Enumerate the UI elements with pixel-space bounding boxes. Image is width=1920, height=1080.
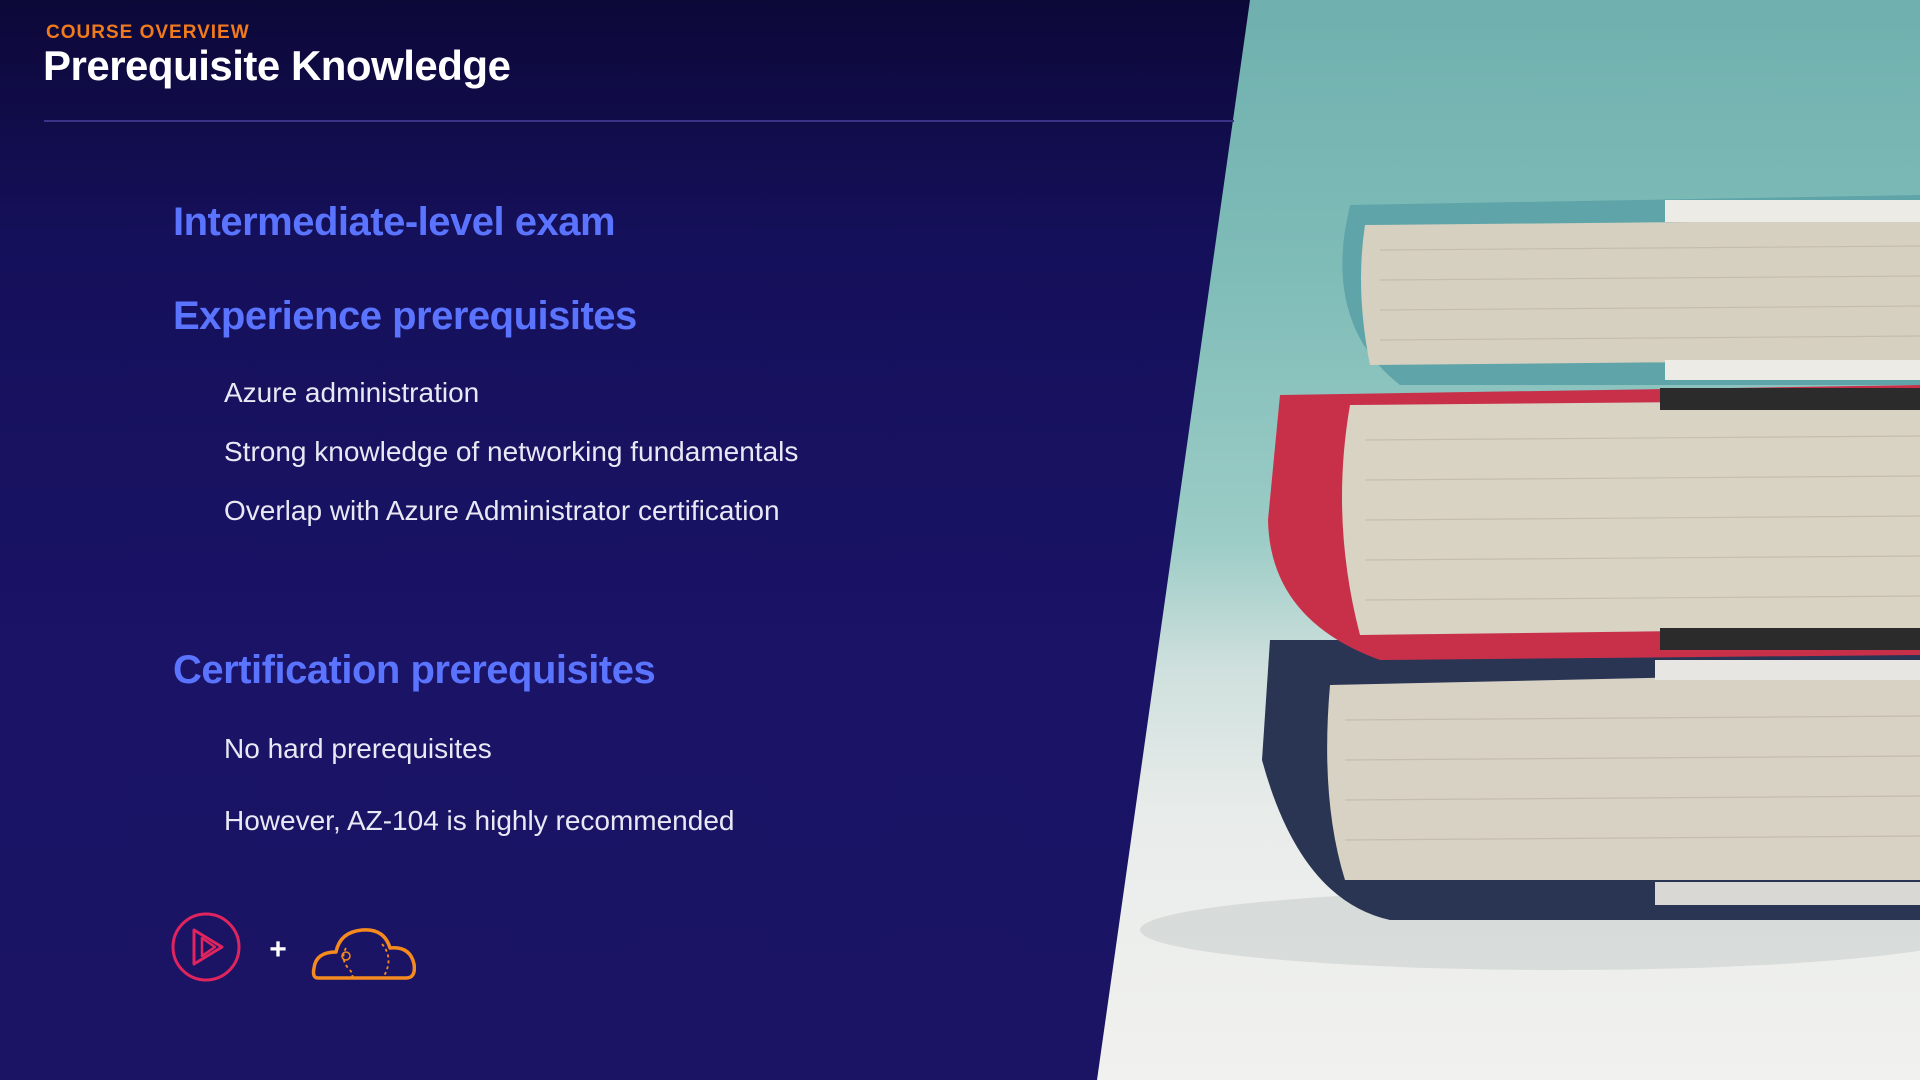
- title-divider: [44, 120, 1234, 122]
- plus-sign: +: [269, 933, 287, 966]
- section-eyebrow: COURSE OVERVIEW: [46, 22, 250, 43]
- list-item: Azure administration: [224, 377, 480, 408]
- list-item: However, AZ-104 is highly recommended: [224, 805, 735, 836]
- heading-certification-prerequisites: Certification prerequisites: [173, 648, 656, 692]
- heading-experience-prerequisites: Experience prerequisites: [173, 294, 637, 338]
- list-item: Strong knowledge of networking fundament…: [224, 436, 799, 467]
- list-item: Overlap with Azure Administrator certifi…: [224, 495, 780, 526]
- brand-logos: +: [170, 908, 440, 986]
- play-circle-icon: [171, 912, 241, 982]
- page-title: Prerequisite Knowledge: [43, 42, 511, 89]
- cloud-icon: [311, 928, 417, 980]
- heading-intermediate-exam: Intermediate-level exam: [173, 200, 616, 244]
- list-item: No hard prerequisites: [224, 733, 492, 764]
